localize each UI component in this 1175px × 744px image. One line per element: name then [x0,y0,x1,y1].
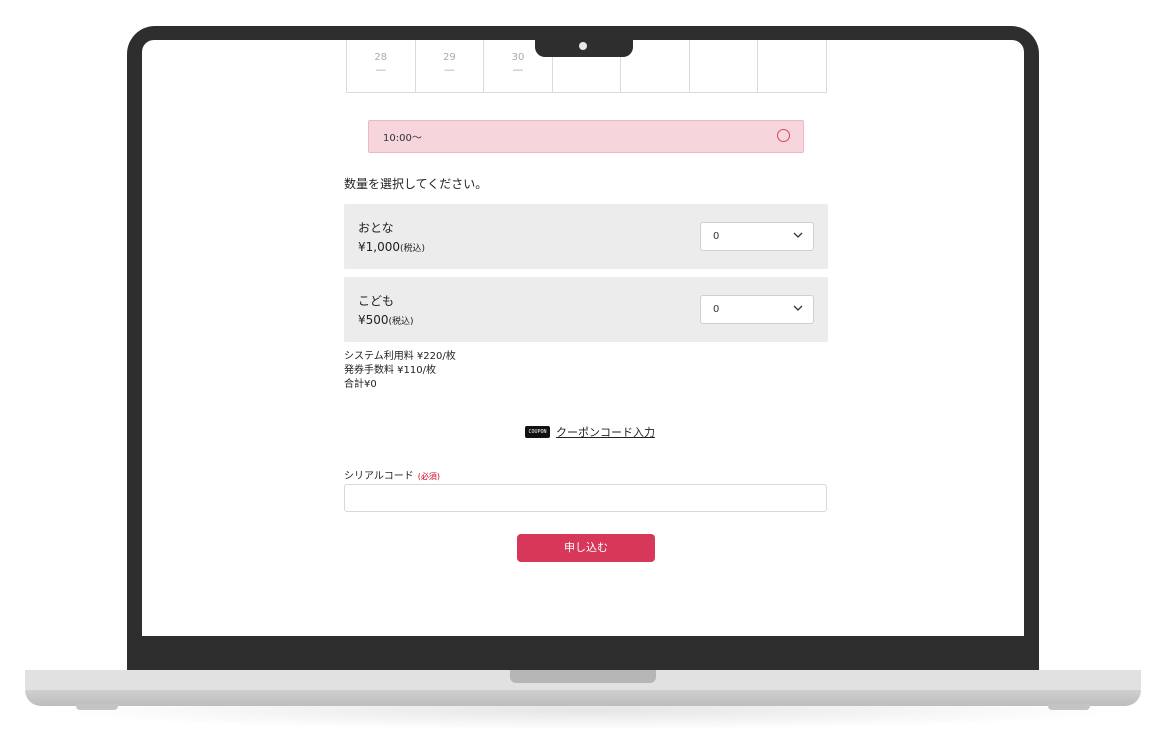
time-slot-label: 10:00〜 [383,133,422,144]
laptop-base-bottom [25,690,1141,706]
tax-note: (税込) [400,244,426,254]
serial-code-label: シリアルコード (必須) [344,467,440,482]
tax-note: (税込) [388,317,414,327]
coupon-code-link[interactable]: クーポンコード入力 [556,424,655,440]
chevron-down-icon [793,305,803,311]
calendar-day-cell [758,40,828,92]
calendar-day-cell [690,40,759,92]
quantity-value: 0 [713,231,720,242]
serial-code-input[interactable] [344,484,827,512]
serial-label-text: シリアルコード [344,471,414,482]
quantity-select-adult[interactable]: 0 [700,222,814,251]
quantity-select-child[interactable]: 0 [700,295,814,324]
coupon-entry[interactable]: COUPON クーポンコード入力 [525,424,655,440]
calendar-day-cell[interactable]: 29 — [416,40,485,92]
ticket-name: こども [358,294,395,308]
calendar-day-status: — [443,63,455,76]
calendar-day-cell[interactable]: 28 — [347,40,416,92]
calendar-day-status: — [375,63,387,76]
submit-button[interactable]: 申し込む [517,534,655,562]
quantity-prompt: 数量を選択してください。 [344,177,488,191]
ticket-row-adult: おとな ¥1,000(税込) 0 [344,204,828,269]
required-badge: (必須) [417,472,440,481]
calendar-day-number: 28 [374,52,388,63]
circle-available-icon [777,129,790,142]
quantity-value: 0 [713,304,720,315]
laptop-foot-left [76,704,118,710]
ticket-price: ¥1,000(税込) [358,240,425,254]
chevron-down-icon [793,232,803,238]
system-fee: システム利用料 ¥220/枚 [344,351,456,362]
laptop-hinge [510,670,656,683]
calendar-day-number: 29 [443,52,456,63]
total-amount: 合計¥0 [344,379,377,390]
ticket-price-value: ¥500 [358,313,389,327]
coupon-icon: COUPON [525,426,550,438]
fee-summary: システム利用料 ¥220/枚 発券手数料 ¥110/枚 合計¥0 [344,350,456,392]
screen: 28 — 29 — 30 — 10:00〜 数量を選択してください。 おとな ¥… [142,40,1024,636]
ticket-name: おとな [358,221,394,235]
time-slot-option[interactable]: 10:00〜 [368,120,804,153]
ticket-price: ¥500(税込) [358,313,414,327]
issue-fee: 発券手数料 ¥110/枚 [344,365,436,376]
calendar-day-status: — [512,63,524,76]
ticket-row-child: こども ¥500(税込) 0 [344,277,828,342]
ticket-price-value: ¥1,000 [358,240,400,254]
laptop-foot-right [1048,704,1090,710]
camera-icon [579,42,587,50]
